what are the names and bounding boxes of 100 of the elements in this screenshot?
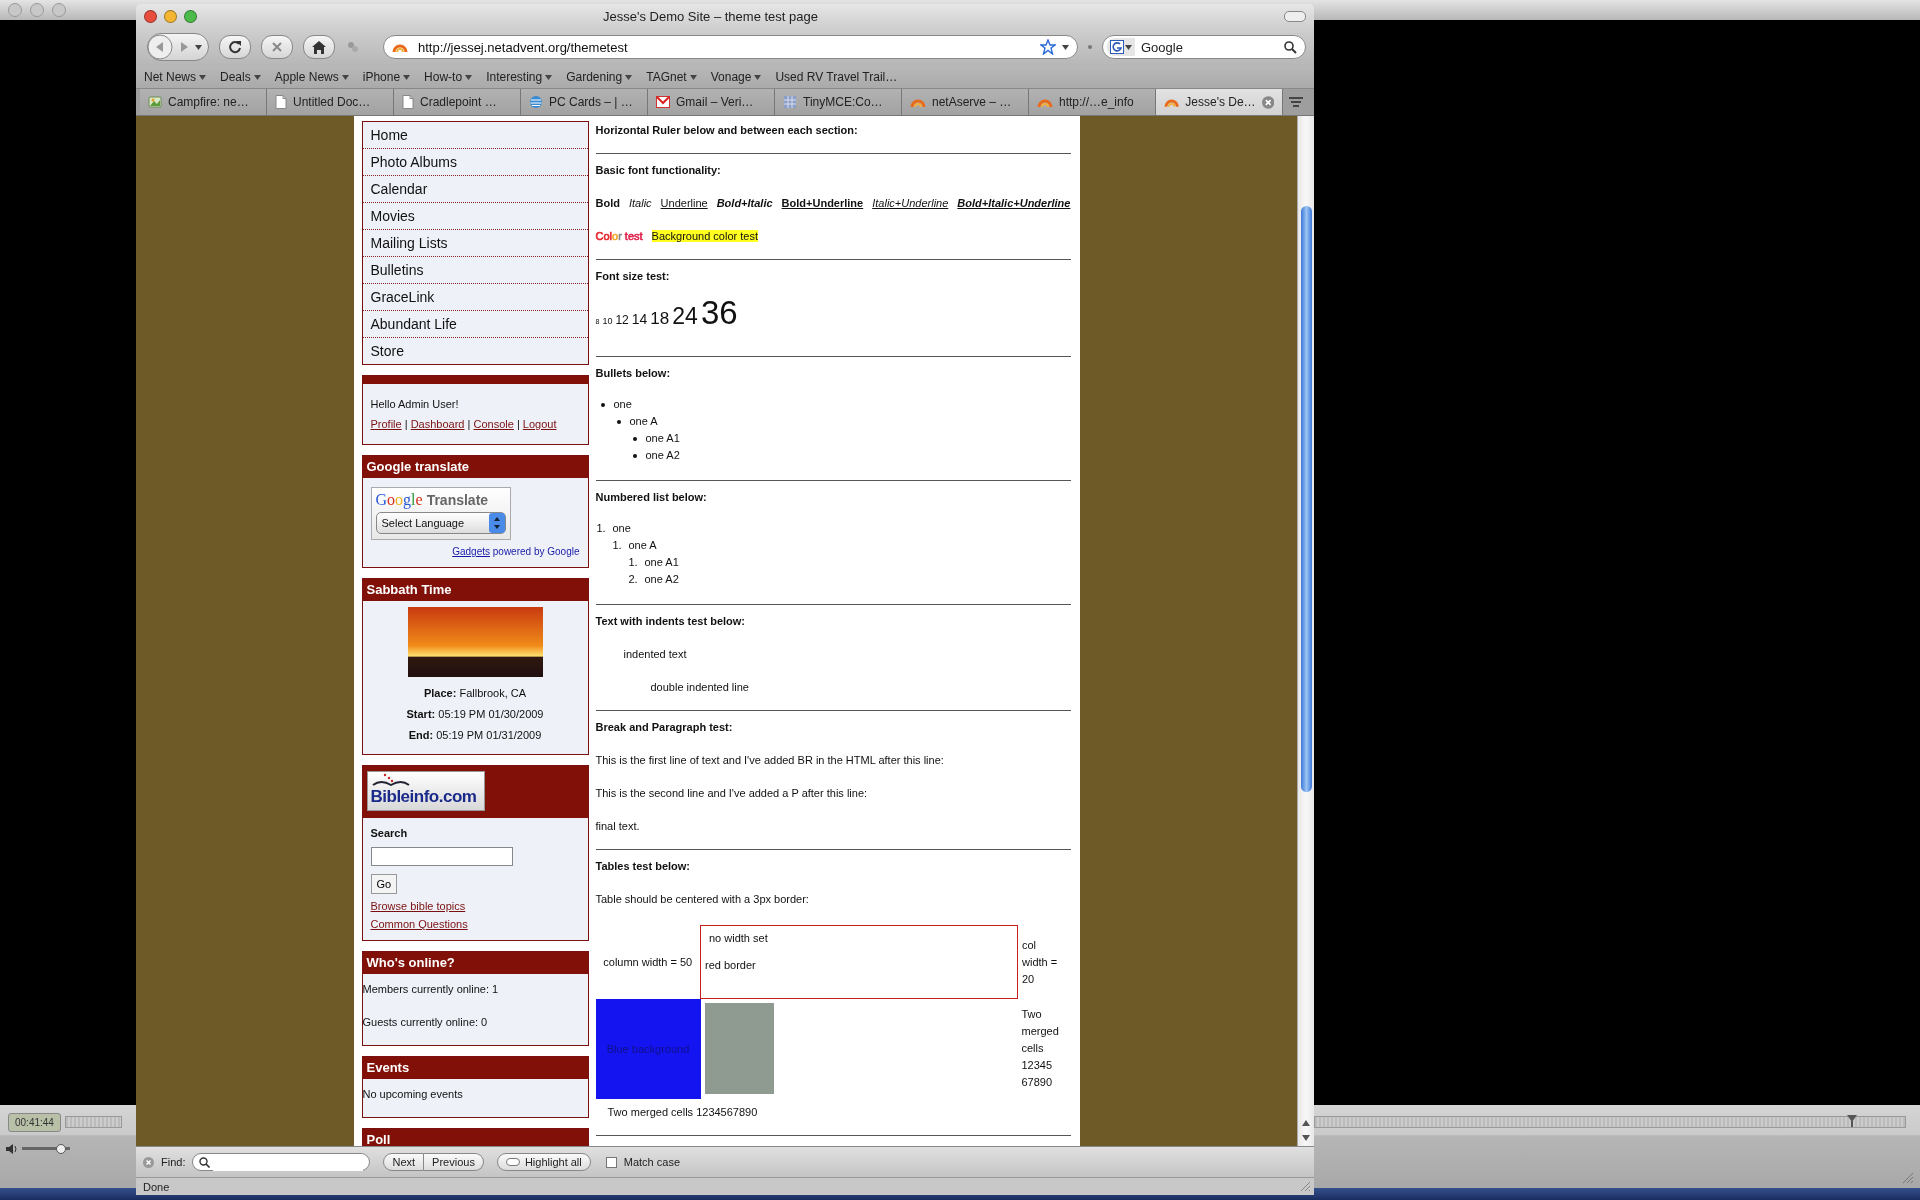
stop-button[interactable] <box>261 35 293 59</box>
gadgets-link[interactable]: Gadgets <box>452 546 490 557</box>
playhead-marker[interactable] <box>1846 1115 1857 1127</box>
browser-tab[interactable]: PC Cards – | … <box>521 89 648 115</box>
menu-link[interactable]: Photo Albums <box>362 149 588 176</box>
browser-tab[interactable]: Cradlepoint … <box>394 89 521 115</box>
bookmark-item[interactable]: Net News <box>144 70 206 84</box>
table-note-text: Two merged cells 1234567890 <box>607 1104 759 1119</box>
text-link[interactable]: Common Questions <box>370 918 468 930</box>
minimize-button[interactable] <box>164 9 177 23</box>
translate-logo-text: Translate <box>426 492 489 508</box>
page-icon <box>402 95 414 109</box>
back-forward-button[interactable] <box>147 33 209 61</box>
toolbar-toggle-button[interactable] <box>1284 10 1306 22</box>
time-info-text: Start: 05:19 PM 01/30/2009 <box>405 707 545 722</box>
bookmark-item[interactable]: TAGnet <box>646 70 697 84</box>
menu-link[interactable]: Store <box>362 338 588 364</box>
volume-knob[interactable] <box>56 1144 67 1154</box>
search-input[interactable] <box>370 847 513 866</box>
find-button[interactable]: Next <box>383 1153 425 1171</box>
text-link[interactable]: Console <box>473 418 514 430</box>
indented-text: indented text <box>623 647 688 661</box>
search-engine-button[interactable] <box>1107 38 1135 56</box>
styled-text: Underline <box>660 196 708 210</box>
panel-header: Events <box>362 1057 588 1079</box>
caret-icon <box>689 74 697 80</box>
search-field[interactable]: Google <box>1102 35 1306 59</box>
bookmark-item[interactable]: Vonage <box>710 70 762 84</box>
table-cell-text: column width = 50 <box>603 956 693 968</box>
highlight-all-button[interactable]: Highlight all <box>496 1153 591 1171</box>
bookmark-item[interactable]: How-to <box>424 70 473 84</box>
browser-tab[interactable]: netAserve – … <box>902 89 1029 115</box>
caret-icon <box>754 74 762 80</box>
browser-tab[interactable]: Jesse's De… <box>1156 89 1283 115</box>
browser-tab[interactable]: Untitled Doc… <box>267 89 394 115</box>
scrollbar-thumb[interactable] <box>1300 206 1312 792</box>
text-link[interactable]: Dashboard <box>410 418 465 430</box>
panel-header: Poll <box>362 1129 588 1146</box>
menu-link[interactable]: Mailing Lists <box>362 230 588 257</box>
zoom-button[interactable] <box>184 9 197 23</box>
list-number: 2. <box>627 572 639 587</box>
list-item-text: one <box>612 521 631 536</box>
stepper-arrows-icon <box>488 513 505 533</box>
bookmark-item[interactable]: Gardening <box>566 70 633 84</box>
size-sample: 14 <box>631 310 648 329</box>
text-link[interactable]: Browse bible topics <box>370 900 466 912</box>
resize-grip-icon[interactable] <box>1902 1172 1914 1184</box>
status-text: Done <box>143 1180 170 1193</box>
menu-link[interactable]: GraceLink <box>362 284 588 311</box>
list-item-text: one A2 <box>644 572 679 587</box>
find-field[interactable] <box>192 1153 371 1171</box>
resize-grip-icon[interactable] <box>1300 1181 1311 1192</box>
browser-tab[interactable]: http://…e_info <box>1029 89 1156 115</box>
list-item-text: one A1 <box>644 555 679 570</box>
bookmark-item[interactable]: iPhone <box>362 70 411 84</box>
bookmark-item[interactable]: Interesting <box>486 70 553 84</box>
menu-link[interactable]: Calendar <box>362 176 588 203</box>
caret-icon <box>1125 44 1132 50</box>
bookmark-item[interactable]: Deals <box>220 70 261 84</box>
bookmark-item[interactable]: Used RV Travel Trail… <box>775 70 898 84</box>
text-link[interactable]: Logout <box>522 418 557 430</box>
styled-text: Bold+Italic+Underline <box>957 196 1071 210</box>
text-link[interactable]: Profile <box>370 418 402 430</box>
logo-text: Bibleinfo.com <box>370 787 478 807</box>
search-icon <box>1284 40 1297 54</box>
url-field[interactable]: http://jessej.netadvent.org/themetest <box>383 35 1078 59</box>
panel-header: Sabbath Time <box>362 579 588 601</box>
star-icon <box>1040 39 1056 55</box>
browser-tab[interactable]: TinyMCE:Co… <box>775 89 902 115</box>
list-item-text: one A <box>629 414 658 429</box>
browser-tab[interactable]: Campfire: ne… <box>140 89 267 115</box>
go-button[interactable]: Go <box>370 874 398 894</box>
reload-button[interactable] <box>219 35 251 59</box>
browser-tab[interactable]: Gmail – Veri… <box>648 89 775 115</box>
panel-header: Who's online? <box>362 952 588 974</box>
section-heading: Font size test: <box>595 269 671 283</box>
menu-link[interactable]: Abundant Life <box>362 311 588 338</box>
section-heading: Numbered list below: <box>595 490 708 504</box>
caret-icon <box>1062 44 1069 50</box>
size-sample: 36 <box>700 295 738 331</box>
list-item-text: one A2 <box>645 448 680 463</box>
section-heading: Basic font functionality: <box>595 163 722 177</box>
find-button[interactable]: Previous <box>424 1153 484 1171</box>
language-select[interactable]: Select Language <box>375 512 506 534</box>
bookmark-item[interactable]: Apple News <box>274 70 349 84</box>
menu-link[interactable]: Home <box>362 122 588 149</box>
close-icon[interactable] <box>1261 95 1274 109</box>
size-sample: 12 <box>615 312 629 329</box>
menu-link[interactable]: Movies <box>362 203 588 230</box>
close-button[interactable] <box>144 9 157 23</box>
match-case-checkbox[interactable] <box>605 1156 617 1168</box>
home-button[interactable] <box>303 35 335 59</box>
list-item-text: one A <box>628 538 657 553</box>
close-icon[interactable] <box>143 1156 154 1168</box>
speaker-icon <box>6 1143 18 1155</box>
list-item-text: one A1 <box>645 431 680 446</box>
menu-link[interactable]: Bulletins <box>362 257 588 284</box>
size-sample: 18 <box>650 308 670 330</box>
search-icon <box>199 1156 211 1168</box>
size-sample: 10 <box>602 315 613 328</box>
